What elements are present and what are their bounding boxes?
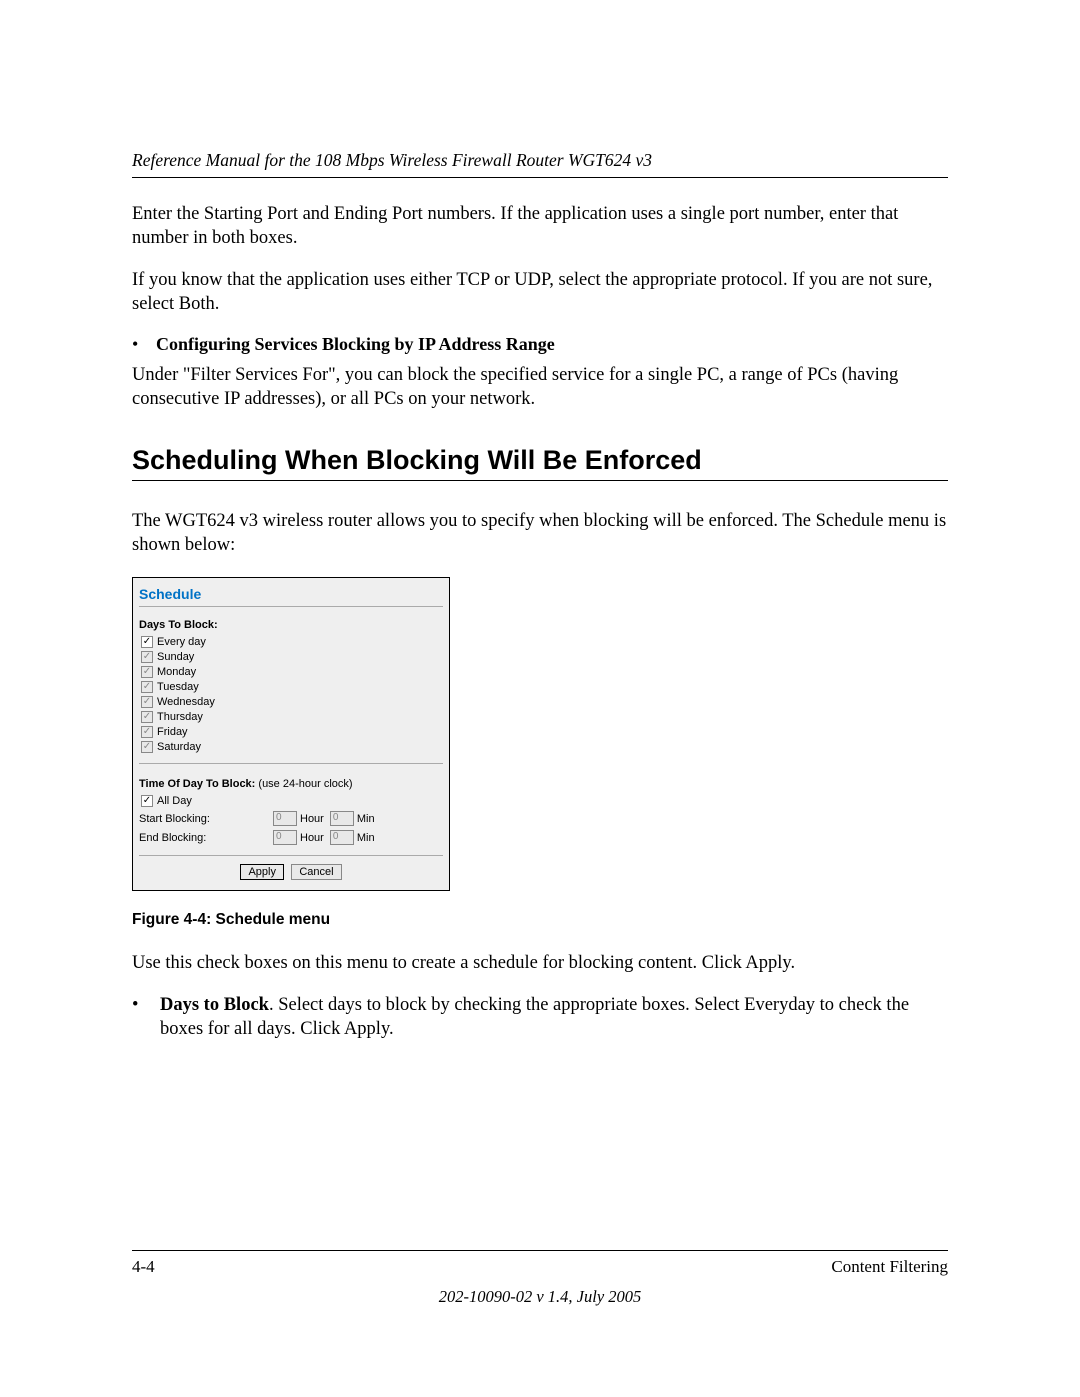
- footer-row: 4-4 Content Filtering: [132, 1257, 948, 1277]
- paragraph-use-checkboxes: Use this check boxes on this menu to cre…: [132, 951, 948, 975]
- day-label-thursday: Thursday: [157, 711, 203, 723]
- paragraph-protocol: If you know that the application uses ei…: [132, 268, 948, 316]
- schedule-button-bar: Apply Cancel: [139, 864, 443, 880]
- day-row-sunday: ✓ Sunday: [139, 651, 443, 663]
- start-hour-input[interactable]: 0: [273, 811, 297, 826]
- schedule-bottom-separator: [139, 855, 443, 856]
- figure-caption: Figure 4-4: Schedule menu: [132, 911, 948, 929]
- schedule-mid-separator: [139, 763, 443, 764]
- time-of-day-hint: (use 24-hour clock): [255, 778, 352, 790]
- start-blocking-label: Start Blocking:: [139, 813, 273, 825]
- bullet-marker: •: [132, 993, 160, 1041]
- bullet-heading-text: Configuring Services Blocking by IP Addr…: [156, 334, 555, 355]
- start-blocking-row: Start Blocking: 0 Hour 0 Min: [139, 811, 443, 826]
- day-label-wednesday: Wednesday: [157, 696, 215, 708]
- day-row-everyday: ✓ Every day: [139, 636, 443, 648]
- time-of-day-label: Time Of Day To Block:: [139, 778, 255, 790]
- days-to-block-desc: . Select days to block by checking the a…: [160, 995, 909, 1039]
- checkbox-tuesday[interactable]: ✓: [141, 681, 153, 693]
- schedule-screenshot: Schedule Days To Block: ✓ Every day ✓ Su…: [132, 577, 450, 891]
- page-header-title: Reference Manual for the 108 Mbps Wirele…: [132, 150, 948, 171]
- day-row-saturday: ✓ Saturday: [139, 741, 443, 753]
- all-day-label: All Day: [157, 795, 192, 807]
- time-of-day-label-row: Time Of Day To Block: (use 24-hour clock…: [139, 776, 443, 790]
- all-day-row: ✓ All Day: [139, 795, 443, 807]
- end-blocking-label: End Blocking:: [139, 832, 273, 844]
- end-min-unit: Min: [357, 832, 375, 844]
- day-row-monday: ✓ Monday: [139, 666, 443, 678]
- start-min-input[interactable]: 0: [330, 811, 354, 826]
- cancel-button[interactable]: Cancel: [291, 864, 341, 880]
- day-label-friday: Friday: [157, 726, 188, 738]
- start-min-unit: Min: [357, 813, 375, 825]
- days-to-block-label: Days to Block: [160, 995, 269, 1015]
- day-label-tuesday: Tuesday: [157, 681, 199, 693]
- end-hour-unit: Hour: [300, 832, 324, 844]
- checkbox-friday[interactable]: ✓: [141, 726, 153, 738]
- footer-page-number: 4-4: [132, 1257, 155, 1277]
- day-row-tuesday: ✓ Tuesday: [139, 681, 443, 693]
- header-rule: [132, 177, 948, 178]
- days-to-block-bullet: • Days to Block. Select days to block by…: [132, 993, 948, 1041]
- day-row-thursday: ✓ Thursday: [139, 711, 443, 723]
- footer-section-name: Content Filtering: [831, 1257, 948, 1277]
- day-row-wednesday: ✓ Wednesday: [139, 696, 443, 708]
- section-heading-scheduling: Scheduling When Blocking Will Be Enforce…: [132, 445, 948, 476]
- footer-rule: [132, 1250, 948, 1251]
- paragraph-ports: Enter the Starting Port and Ending Port …: [132, 202, 948, 250]
- day-label-monday: Monday: [157, 666, 196, 678]
- checkbox-monday[interactable]: ✓: [141, 666, 153, 678]
- day-label-saturday: Saturday: [157, 741, 201, 753]
- paragraph-schedule-intro: The WGT624 v3 wireless router allows you…: [132, 509, 948, 557]
- bullet-config-services: • Configuring Services Blocking by IP Ad…: [132, 334, 948, 355]
- checkbox-sunday[interactable]: ✓: [141, 651, 153, 663]
- days-to-block-label: Days To Block:: [139, 619, 443, 631]
- checkbox-thursday[interactable]: ✓: [141, 711, 153, 723]
- section-rule: [132, 480, 948, 481]
- schedule-title: Schedule: [139, 586, 443, 602]
- checkbox-wednesday[interactable]: ✓: [141, 696, 153, 708]
- checkbox-all-day[interactable]: ✓: [141, 795, 153, 807]
- bullet-marker: •: [132, 334, 156, 355]
- end-hour-input[interactable]: 0: [273, 830, 297, 845]
- apply-button[interactable]: Apply: [240, 864, 284, 880]
- days-to-block-text: Days to Block. Select days to block by c…: [160, 993, 948, 1041]
- start-hour-unit: Hour: [300, 813, 324, 825]
- end-blocking-row: End Blocking: 0 Hour 0 Min: [139, 830, 443, 845]
- footer-version: 202-10090-02 v 1.4, July 2005: [132, 1287, 948, 1307]
- checkbox-everyday[interactable]: ✓: [141, 636, 153, 648]
- checkbox-saturday[interactable]: ✓: [141, 741, 153, 753]
- schedule-title-separator: [139, 606, 443, 607]
- end-min-input[interactable]: 0: [330, 830, 354, 845]
- day-row-friday: ✓ Friday: [139, 726, 443, 738]
- day-label-everyday: Every day: [157, 636, 206, 648]
- paragraph-filter-services: Under "Filter Services For", you can blo…: [132, 363, 948, 411]
- page-footer: 4-4 Content Filtering 202-10090-02 v 1.4…: [132, 1250, 948, 1307]
- day-label-sunday: Sunday: [157, 651, 194, 663]
- document-page: Reference Manual for the 108 Mbps Wirele…: [0, 0, 1080, 1397]
